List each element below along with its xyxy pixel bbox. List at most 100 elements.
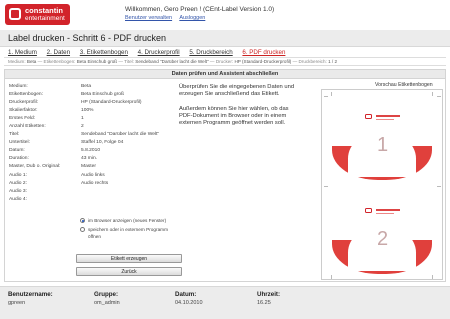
instructions-p1: Überprüfen Sie die eingegebenen Daten un… [179,84,295,98]
field-value: Beta [81,84,92,89]
field-value: 2 [81,124,84,130]
preview-label-number: 1 [377,134,389,156]
field-label: Audio 1: [9,172,27,178]
field-label: Druckerprofil: [9,100,39,106]
preview-logo-icon [365,208,372,213]
top-bar: constantin entertainment Willkommen, Ger… [0,0,450,29]
option-save[interactable]: speichern oder in externem Programm öffn… [80,226,170,240]
welcome-text: Willkommen, Gero Preen ! (CEnt-Label Ver… [125,6,275,13]
crumb-bogen-label: Etikettenbogen: [43,59,76,64]
crumb-bereich-label: Druckbereich: [298,59,327,64]
field-row: Audio 2: Audio rechts [9,181,169,189]
instructions: Überprüfen Sie die eingegebenen Daten un… [179,84,299,134]
field-label: Titel: [9,132,20,138]
step-daten[interactable]: 2. Daten [47,49,70,56]
generate-label-button[interactable]: Etikett erzeugen [76,254,182,263]
footer-time: Uhrzeit: 16.25 [257,291,280,306]
radio-browser[interactable] [80,218,85,223]
logo-text-line1: constantin [25,6,63,15]
field-value: Master [81,164,96,170]
preview-title: Vorschau Etikettenbogen [375,82,433,88]
logout-link[interactable]: Ausloggen [179,15,205,21]
preview-label-number: 2 [377,228,389,250]
footer-user-header: Benutzername: [8,291,53,298]
field-label: Audio 2: [9,180,27,186]
field-value: Sendeband "Darüber lacht die Welt" [81,132,160,138]
title-bar: Label drucken - Schritt 6 - PDF drucken [0,30,450,47]
preview-label-2: 2 [332,190,432,274]
field-label: Skalierfaktor: [9,108,38,114]
field-row: Master, Dub o. Original: Master [9,164,169,172]
field-value: HP (Standard-Druckerprofil) [81,100,142,106]
field-row: Audio 3: [9,189,169,197]
field-row: Audio 1: Audio links [9,173,169,181]
crumb-titel-value: Sendeband "Darüber lacht die Welt" [135,59,209,64]
header-links: Benutzer verwalten Ausloggen [125,15,211,21]
wizard-steps: 1. Medium 2. Daten 3. Etikettenbogen 4. … [8,49,293,56]
crumb-drucker-label: Drucker: [215,59,234,64]
field-value: Beta Einschub groß [81,92,124,98]
field-value: 5.8.2010 [81,148,101,154]
footer-group-header: Gruppe: [94,291,119,298]
field-row: Etikettenbogen: Beta Einschub groß [9,92,169,100]
step-etikettenbogen[interactable]: 3. Etikettenbogen [80,49,128,56]
field-value: 100% [81,108,94,114]
logo-text-line2: entertainment [25,15,65,22]
review-panel: Daten prüfen und Assistent abschließen M… [4,69,446,282]
field-row: Medium: Beta [9,84,169,92]
footer-group: Gruppe: om_admin [94,291,120,306]
field-label: Audio 4: [9,196,27,202]
field-value: Audio rechts [81,180,109,186]
data-summary: Medium: Beta Etikettenbogen: Beta Einschub… [9,84,169,205]
field-label: Master, Dub o. Original: [9,164,61,170]
field-row: Skalierfaktor: 100% [9,108,169,116]
logo-mark-icon [9,8,21,20]
brand-logo[interactable]: constantin entertainment [5,4,70,25]
field-value: 1 [81,116,84,122]
output-options: im Browser anzeigen (neues Fenster) spei… [80,217,170,242]
field-label: Duration: [9,156,29,162]
footer-date: Datum: 04.10.2010 [175,291,203,306]
field-value: Audio links [81,172,105,178]
page-title: Label drucken - Schritt 6 - PDF drucken [8,33,167,43]
field-value: 43 min. [81,156,98,162]
field-row: Druckerprofil: HP (Standard-Druckerprofil… [9,100,169,108]
footer-time-header: Uhrzeit: [257,291,281,298]
footer-group-value: om_admin [94,300,120,306]
footer-date-header: Datum: [175,291,197,298]
crumb-bereich-value: 1 / 2 [328,59,338,64]
instructions-p2: Außerdem können Sie hier wählen, ob das … [179,105,289,127]
manage-users-link[interactable]: Benutzer verwalten [125,15,172,21]
option-browser[interactable]: im Browser anzeigen (neues Fenster) [80,217,170,224]
field-label: Erstes Feld: [9,116,36,122]
field-label: Etikettenbogen: [9,92,43,98]
selection-summary: Medium: Beta — Etikettenbogen: Beta Eins… [4,57,446,66]
footer-user: Benutzername: gpreen [8,291,53,306]
crumb-medium-label: Medium: [8,59,26,64]
field-label: Medium: [9,84,28,89]
step-druckerprofil[interactable]: 4. Druckerprofil [138,49,180,56]
option-browser-label: im Browser anzeigen (neues Fenster) [88,218,167,223]
option-save-label: speichern oder in externem Programm öffn… [88,227,168,239]
crumb-titel-label: Titel: [124,59,134,64]
field-label: Datum: [9,148,25,154]
radio-save[interactable] [80,227,85,232]
step-druckbereich[interactable]: 5. Druckbereich [189,49,232,56]
crumb-bogen-value: Beta Einschub groß [76,59,118,64]
footer-date-value: 04.10.2010 [175,300,203,306]
field-label: Untertitel: [9,140,30,146]
step-pdf-drucken[interactable]: 6. PDF drucken [242,49,285,56]
crumb-medium-value: Beta [26,59,37,64]
crumb-drucker-value: HP (Standard-Druckerprofil) [234,59,292,64]
panel-title: Daten prüfen und Assistent abschließen [5,70,445,79]
footer-time-value: 16.25 [257,300,271,306]
field-label: Anzahl Etiketten: [9,124,46,130]
footer-bar: Benutzername: gpreen Gruppe: om_admin Da… [0,286,450,319]
label-sheet-preview: 1 2 [321,89,443,280]
preview-logo-icon [365,114,372,119]
field-label: Audio 3: [9,188,27,194]
footer-user-value: gpreen [8,300,26,306]
step-medium[interactable]: 1. Medium [8,49,37,56]
back-button[interactable]: Zurück [76,267,182,276]
field-value: Staffel 10, Folge 04 [81,140,124,146]
